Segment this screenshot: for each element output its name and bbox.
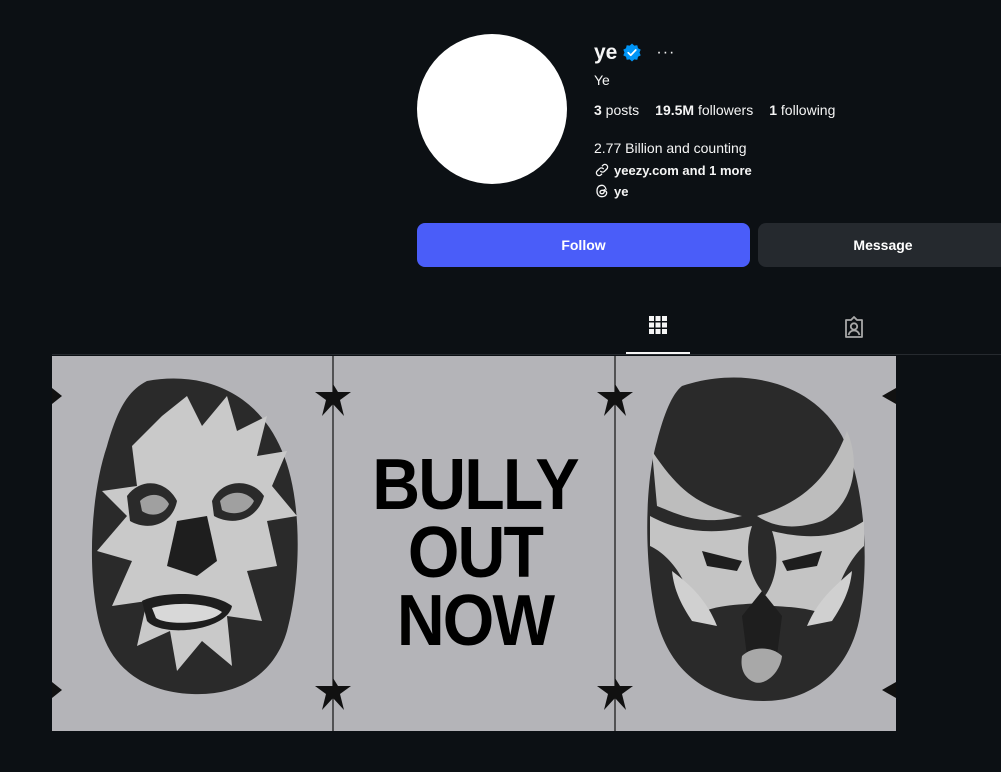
- more-options-button[interactable]: ···: [656, 45, 675, 61]
- profile-name-row: ye ···: [594, 40, 675, 66]
- posts-count: 3 posts: [594, 102, 639, 118]
- post-headline-text: BULLY OUT NOW: [372, 445, 579, 661]
- followers-count-label: followers: [694, 102, 754, 118]
- posts-count-label: posts: [601, 102, 640, 118]
- follow-button[interactable]: Follow: [417, 223, 750, 267]
- profile-page: ye ··· Ye 3 posts 19.5M followers 1 foll…: [0, 0, 1001, 772]
- grid-icon: [649, 316, 667, 334]
- tab-posts[interactable]: [626, 315, 690, 353]
- verified-badge-icon: [623, 43, 642, 62]
- profile-link-text: yeezy.com and 1 more: [614, 162, 752, 178]
- post-tile[interactable]: BULLY OUT NOW: [52, 356, 896, 731]
- link-icon: [595, 163, 609, 177]
- threads-link[interactable]: ye: [594, 183, 628, 199]
- followers-count-value: 19.5M: [655, 102, 695, 118]
- threads-handle: ye: [614, 183, 629, 199]
- profile-stats: 3 posts 19.5M followers 1 following: [594, 102, 851, 118]
- profile-avatar[interactable]: [417, 34, 567, 184]
- followers-link[interactable]: 19.5M followers: [655, 102, 753, 118]
- threads-icon: [596, 184, 608, 198]
- following-link[interactable]: 1 following: [769, 102, 835, 118]
- tagged-icon: [845, 316, 863, 338]
- following-count-label: following: [777, 102, 836, 118]
- tab-tagged[interactable]: [822, 315, 886, 353]
- message-button[interactable]: Message: [758, 223, 1001, 267]
- profile-external-link[interactable]: yeezy.com and 1 more: [594, 162, 752, 178]
- tabs-divider: [52, 354, 1001, 355]
- following-count-value: 1: [769, 102, 778, 118]
- profile-username: ye: [594, 41, 618, 64]
- profile-bio: 2.77 Billion and counting: [594, 140, 747, 156]
- posts-count-value: 3: [594, 102, 602, 118]
- profile-full-name: Ye: [594, 72, 610, 88]
